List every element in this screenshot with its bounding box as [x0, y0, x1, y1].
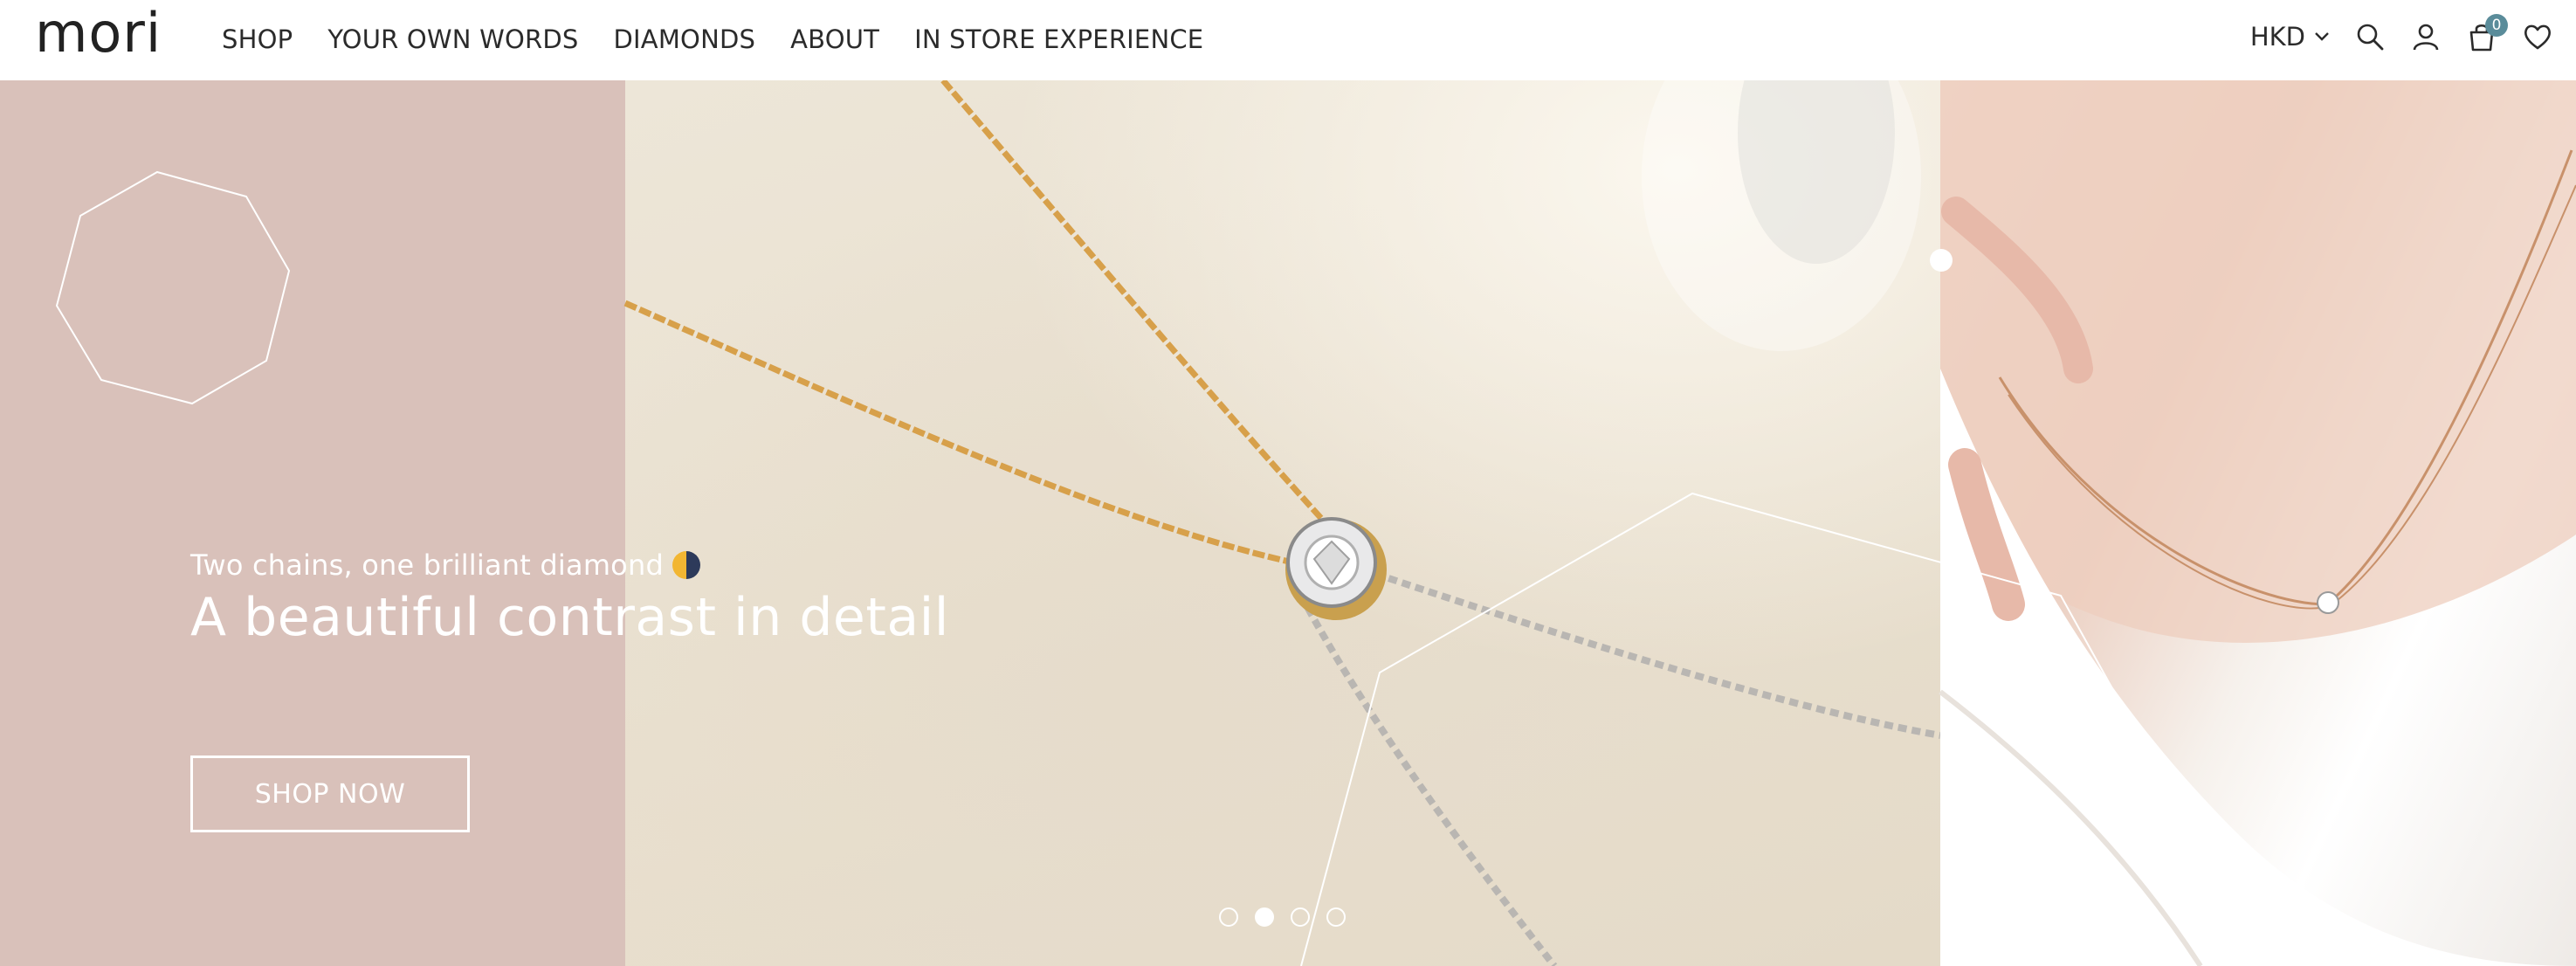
cart-button[interactable]: 0 [2466, 14, 2508, 52]
gold-chain [623, 300, 1328, 573]
chevron-down-icon [2315, 32, 2329, 41]
account-icon [2413, 24, 2439, 51]
silver-chain [1360, 566, 1941, 739]
account-button[interactable] [2410, 21, 2442, 52]
carousel-dot-4[interactable] [1326, 907, 1346, 927]
cart-count-badge: 0 [2485, 14, 2508, 37]
search-icon [2357, 24, 2384, 51]
brand-logo[interactable]: mori [35, 5, 162, 61]
wishlist-button[interactable] [2522, 21, 2553, 52]
hero-title: A beautiful contrast in detail [190, 587, 949, 648]
carousel-dot-3[interactable] [1291, 907, 1310, 927]
carousel-dots [1219, 907, 1346, 927]
nav-item-about[interactable]: ABOUT [790, 24, 879, 54]
main-nav: SHOP YOUR OWN WORDS DIAMONDS ABOUT IN ST… [222, 24, 1203, 54]
carousel-dot-2[interactable] [1255, 907, 1274, 927]
header-tools: HKD 0 [2250, 14, 2553, 52]
nav-item-your-own-words[interactable]: YOUR OWN WORDS [327, 24, 578, 54]
slide-indicator-marker [1930, 249, 1953, 272]
hero-subtitle-text: Two chains, one brilliant diamond [190, 549, 664, 582]
hero-artwork [55, 80, 2576, 966]
octagon-outline-icon [55, 170, 291, 405]
currency-label: HKD [2249, 22, 2305, 52]
currency-selector[interactable]: HKD [2250, 22, 2330, 52]
nav-item-in-store-experience[interactable]: IN STORE EXPERIENCE [914, 24, 1203, 54]
shop-now-button[interactable]: SHOP NOW [190, 756, 470, 832]
nav-item-diamonds[interactable]: DIAMONDS [614, 24, 756, 54]
hero-text-block: Two chains, one brilliant diamond A beau… [190, 549, 949, 648]
carousel-dot-1[interactable] [1219, 907, 1238, 927]
site-header: mori SHOP YOUR OWN WORDS DIAMONDS ABOUT … [0, 0, 2576, 80]
half-moon-icon [672, 551, 700, 579]
heart-icon [2524, 24, 2551, 50]
hero-subtitle: Two chains, one brilliant diamond [190, 549, 949, 582]
search-button[interactable] [2354, 21, 2386, 52]
hero-banner: Two chains, one brilliant diamond A beau… [0, 80, 2576, 966]
nav-item-shop[interactable]: SHOP [222, 24, 293, 54]
